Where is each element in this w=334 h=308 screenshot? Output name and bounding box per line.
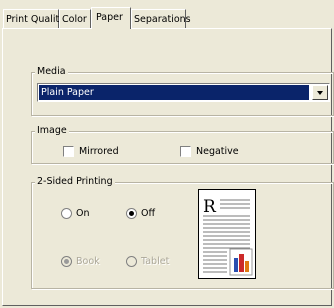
on-label: On — [76, 208, 90, 219]
mirrored-checkbox[interactable] — [63, 146, 74, 157]
media-selected-value: Plain Paper — [39, 85, 309, 100]
tab-color[interactable]: Color — [59, 9, 91, 28]
tablet-label: Tablet — [141, 256, 170, 267]
page-preview: R — [198, 189, 256, 279]
preview-chart-icon — [229, 248, 253, 276]
tab-separations[interactable]: Separations — [131, 9, 191, 28]
tablet-radio[interactable] — [126, 256, 137, 267]
tab-label: Print Quality — [6, 14, 65, 25]
radio-selected-dot — [129, 211, 134, 216]
off-label: Off — [141, 208, 156, 219]
preview-letter: R — [203, 197, 217, 217]
media-group-label: Media — [35, 66, 68, 78]
mirrored-label: Mirrored — [79, 146, 119, 157]
tab-paper[interactable]: Paper — [91, 7, 131, 29]
dropdown-arrow-icon[interactable] — [312, 85, 328, 100]
tab-label: Paper — [96, 12, 123, 23]
image-group-label: Image — [35, 125, 69, 137]
tab-print-quality[interactable]: Print Quality — [3, 9, 65, 28]
two-sided-group — [31, 182, 334, 289]
negative-checkbox[interactable] — [180, 146, 191, 157]
tab-label: Separations — [134, 14, 191, 25]
on-radio[interactable] — [61, 208, 72, 219]
off-radio[interactable] — [126, 208, 137, 219]
media-select[interactable]: Plain Paper — [37, 83, 330, 102]
two-sided-group-label: 2-Sided Printing — [35, 176, 115, 188]
book-radio[interactable] — [61, 256, 72, 267]
radio-selected-dot — [64, 259, 69, 264]
negative-label: Negative — [196, 146, 239, 157]
page-preview-graphic: R — [203, 197, 253, 276]
tab-label: Color — [62, 14, 87, 25]
book-label: Book — [76, 256, 100, 267]
